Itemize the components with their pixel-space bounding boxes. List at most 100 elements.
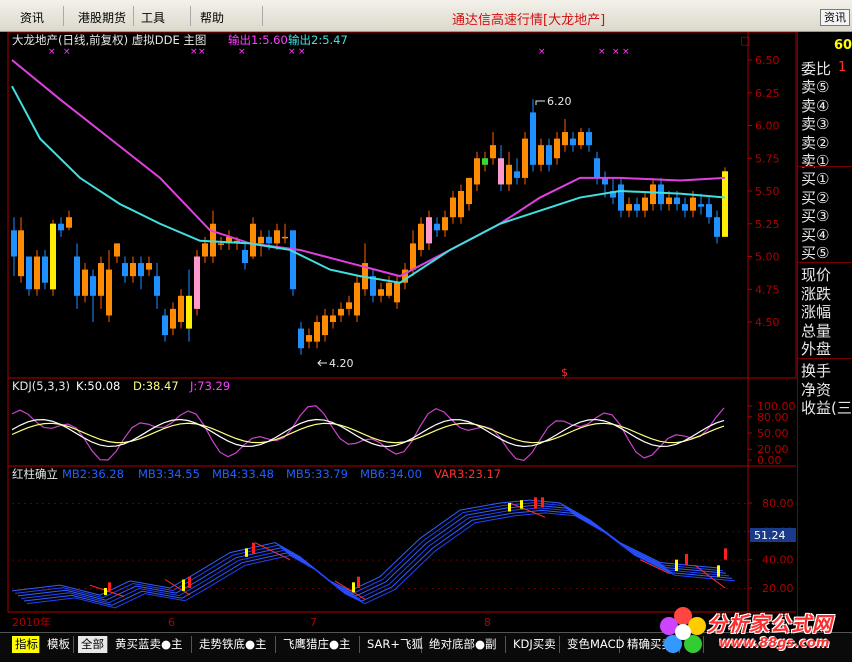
- y-tick-label: 20.00: [762, 582, 794, 595]
- grid-dot: [300, 531, 302, 533]
- menu-help[interactable]: 帮助: [200, 9, 224, 26]
- grid-dot: [564, 588, 566, 589]
- grid-dot: [378, 503, 380, 504]
- grid-dot: [324, 503, 326, 504]
- grid-dot: [510, 559, 512, 561]
- hzql-red-bar: [685, 554, 688, 566]
- grid-dot: [540, 559, 542, 561]
- grid-dot: [456, 588, 458, 589]
- grid-dot: [36, 503, 38, 504]
- hzql-mb-line: [11, 499, 721, 596]
- y-tick-label: 4.75: [755, 283, 780, 296]
- grid-dot: [276, 559, 278, 561]
- menu-tools[interactable]: 工具: [141, 9, 165, 26]
- chart-canvas[interactable]: 大龙地产(日线,前复权) 虚拟DDE 主图 输出1:5.60 输出2:5.47 …: [0, 31, 797, 632]
- grid-dot: [72, 531, 74, 533]
- grid-dot: [270, 531, 272, 533]
- grid-dot: [438, 503, 440, 504]
- grid-dot: [642, 531, 644, 533]
- x-marker-icon: ×: [288, 47, 296, 57]
- grid-dot: [408, 531, 410, 533]
- grid-dot: [678, 503, 680, 504]
- grid-dot: [570, 531, 572, 533]
- grid-dot: [132, 531, 134, 533]
- grid-dot: [12, 503, 14, 504]
- grid-dot: [594, 588, 596, 589]
- grid-dot: [444, 588, 446, 589]
- grid-dot: [90, 531, 92, 533]
- tab-9[interactable]: 变色MACD: [564, 636, 624, 653]
- chart-area[interactable]: 大龙地产(日线,前复权) 虚拟DDE 主图 输出1:5.60 输出2:5.47 …: [0, 31, 852, 632]
- grid-dot: [504, 588, 506, 589]
- candle-body: [202, 243, 208, 257]
- grid-dot: [282, 559, 284, 561]
- tab-6[interactable]: SAR+飞狐: [364, 636, 423, 653]
- grid-dot: [660, 588, 662, 589]
- menu-hk-futures[interactable]: 港股期货: [78, 9, 126, 26]
- tab-4[interactable]: 走势铁底●主: [196, 636, 276, 653]
- tab-5[interactable]: 飞鹰猎庄●主: [280, 636, 360, 653]
- grid-dot: [186, 559, 188, 561]
- y-tick-label: 6.25: [755, 87, 780, 100]
- grid-dot: [738, 588, 740, 589]
- candle-body: [322, 315, 328, 336]
- grid-dot: [96, 559, 98, 561]
- tab-7[interactable]: 绝对底部●副: [426, 636, 506, 653]
- grid-dot: [312, 588, 314, 589]
- grid-dot: [474, 531, 476, 533]
- grid-dot: [720, 559, 722, 561]
- menu-news[interactable]: 资讯: [20, 9, 44, 26]
- candle-body: [154, 276, 160, 296]
- candle-body: [250, 223, 256, 257]
- high-arrow-icon: [535, 100, 545, 105]
- grid-dot: [672, 588, 674, 589]
- grid-dot: [120, 531, 122, 533]
- candle-body: [506, 164, 512, 185]
- tab-0[interactable]: 指标: [12, 636, 40, 653]
- grid-dot: [570, 588, 572, 589]
- tab-1[interactable]: 模板: [44, 636, 74, 653]
- grid-dot: [606, 588, 608, 589]
- x-marker-icon: ×: [48, 47, 56, 57]
- grid-dot: [654, 531, 656, 533]
- candle-body: [386, 282, 392, 296]
- kdj-j-line: [11, 405, 725, 461]
- grid-dot: [120, 559, 122, 561]
- grid-dot: [168, 503, 170, 504]
- kdj-label: KDJ(5,3,3): [12, 379, 70, 393]
- candle-body: [290, 230, 296, 290]
- news-button[interactable]: 资讯: [820, 9, 850, 26]
- grid-dot: [600, 588, 602, 589]
- grid-dot: [456, 559, 458, 561]
- grid-dot: [234, 588, 236, 589]
- grid-dot: [396, 503, 398, 504]
- grid-dot: [216, 588, 218, 589]
- grid-dot: [468, 531, 470, 533]
- grid-dot: [372, 559, 374, 561]
- tab-3[interactable]: 黄买蓝卖●主: [112, 636, 192, 653]
- candle-body: [562, 132, 568, 146]
- hzql-yellow-bar: [352, 582, 355, 593]
- grid-dot: [372, 503, 374, 504]
- grid-dot: [636, 503, 638, 504]
- grid-dot: [318, 503, 320, 504]
- candle-body: [674, 197, 680, 205]
- grid-dot: [708, 559, 710, 561]
- grid-dot: [96, 531, 98, 533]
- grid-dot: [318, 559, 320, 561]
- grid-dot: [282, 588, 284, 589]
- grid-dot: [486, 531, 488, 533]
- grid-dot: [204, 559, 206, 561]
- tab-2[interactable]: 全部: [78, 636, 108, 653]
- grid-dot: [54, 503, 56, 504]
- grid-dot: [252, 503, 254, 504]
- grid-dot: [648, 588, 650, 589]
- main-y-axis: 6.50 6.25 6.00 5.75 5.50 5.25 5.00 4.75 4.50: [748, 54, 780, 329]
- grid-dot: [564, 503, 566, 504]
- grid-dot: [228, 588, 230, 589]
- grid-dot: [72, 503, 74, 504]
- grid-dot: [504, 559, 506, 561]
- grid-dot: [108, 503, 110, 504]
- grid-dot: [78, 588, 80, 589]
- tab-8[interactable]: KDJ买卖: [510, 636, 560, 653]
